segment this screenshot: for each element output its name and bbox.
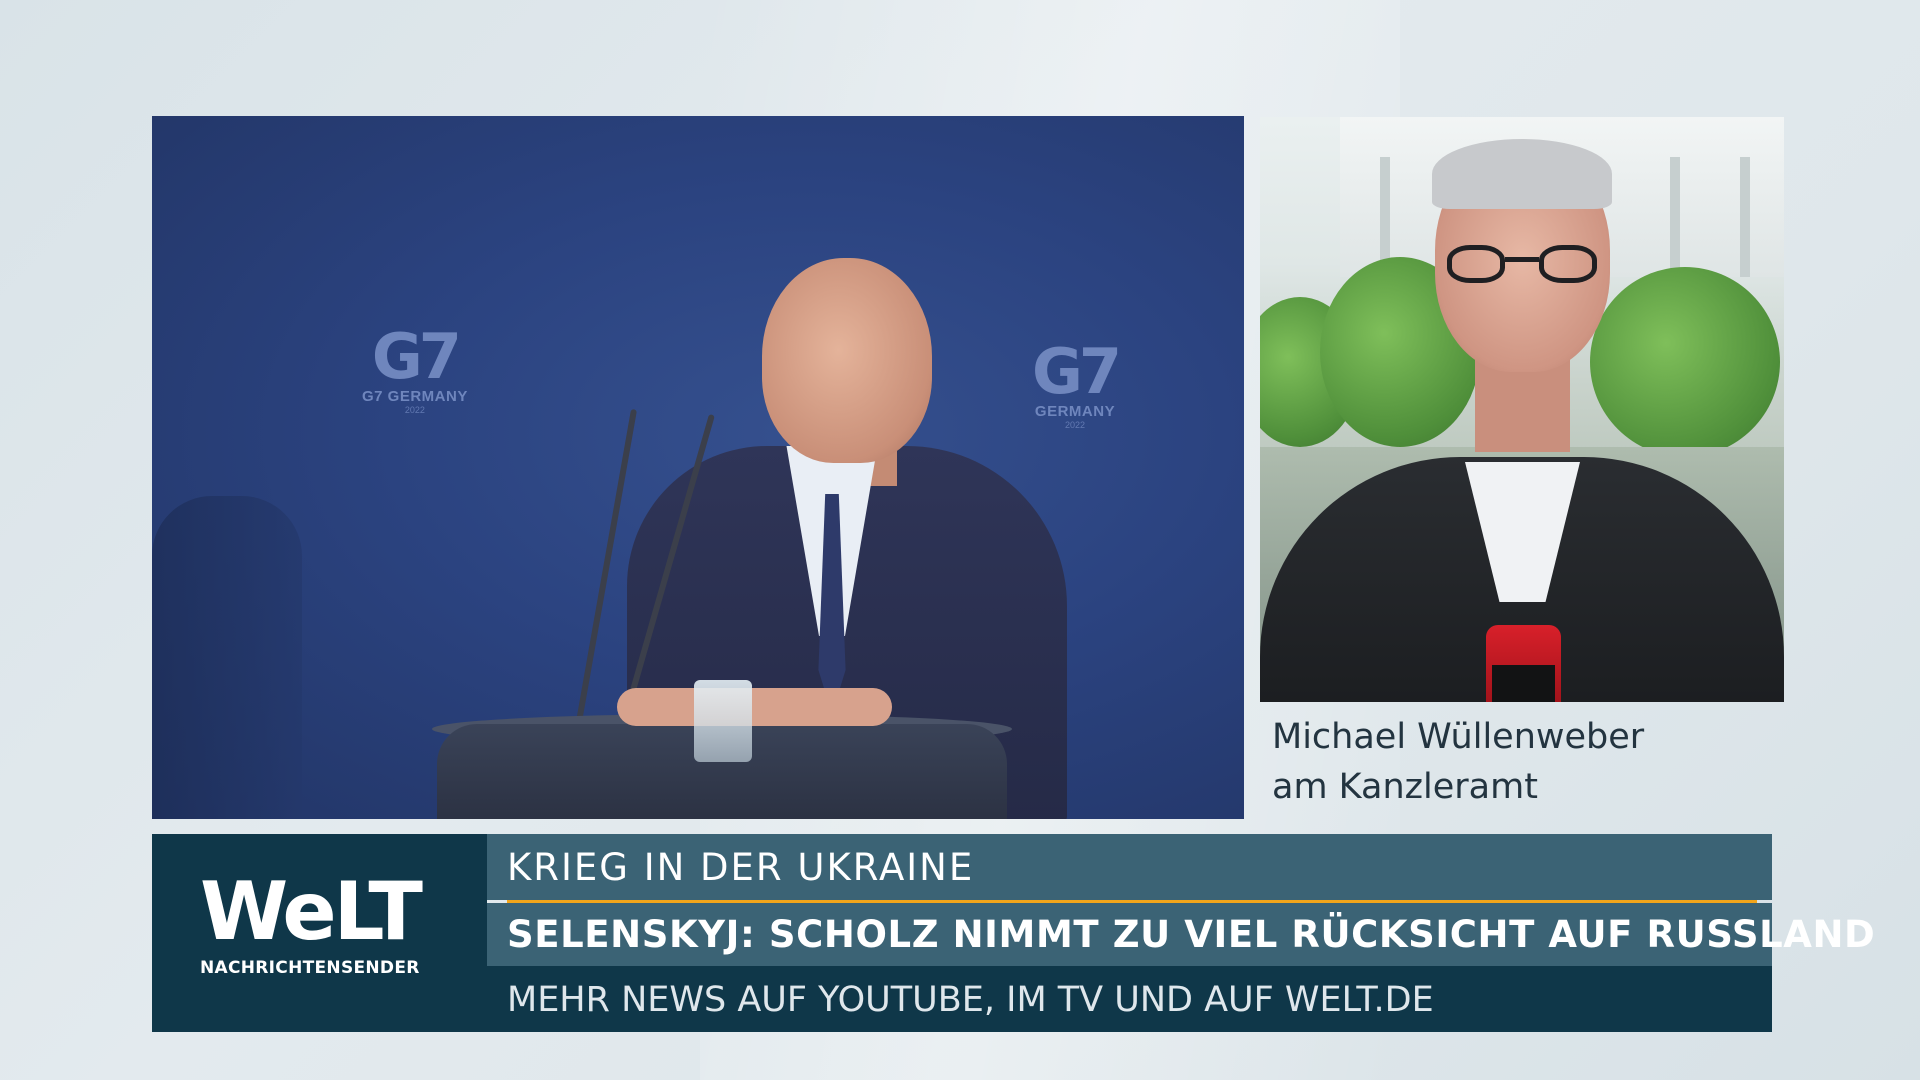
g7-logo-left: G7 G7 GERMANY 2022 xyxy=(362,320,468,416)
reporter-caption: Michael Wüllenweber am Kanzleramt xyxy=(1272,712,1752,812)
reporter-glasses xyxy=(1447,245,1597,285)
topic-text: KRIEG IN DER UKRAINE xyxy=(507,846,975,889)
tree xyxy=(1590,267,1780,457)
g7-year: 2022 xyxy=(1065,420,1086,430)
speaker-hands xyxy=(617,688,892,726)
headline-text: SELENSKYJ: SCHOLZ NIMMT ZU VIEL RÜCKSICH… xyxy=(507,913,1876,956)
ticker-bar: MEHR NEWS AUF YOUTUBE, IM TV UND AUF WEL… xyxy=(487,966,1772,1032)
ticker-text: MEHR NEWS AUF YOUTUBE, IM TV UND AUF WEL… xyxy=(507,980,1434,1020)
g7-mark: G7 xyxy=(1032,335,1122,408)
speaker-head xyxy=(762,258,932,463)
main-video-feed: G7 G7 GERMANY 2022 G7 GERMANY 2022 xyxy=(152,116,1244,819)
g7-sub: G7 GERMANY xyxy=(362,388,468,405)
reporter-video-feed xyxy=(1260,117,1784,702)
microphone-handle xyxy=(1492,665,1555,702)
reporter-name: Michael Wüllenweber xyxy=(1272,717,1645,757)
headline-bar: SELENSKYJ: SCHOLZ NIMMT ZU VIEL RÜCKSICH… xyxy=(487,903,1875,966)
water-glass xyxy=(694,680,752,762)
welt-logo: WeLT NACHRICHTENSENDER xyxy=(152,834,487,1032)
g7-logo-right: G7 GERMANY 2022 xyxy=(1032,335,1122,431)
reporter-location: am Kanzleramt xyxy=(1272,767,1538,807)
topic-bar: KRIEG IN DER UKRAINE xyxy=(487,834,1772,900)
logo-subtitle: NACHRICHTENSENDER xyxy=(200,958,420,978)
foreground-silhouette xyxy=(152,496,302,819)
logo-wordmark: WeLT xyxy=(200,865,423,958)
g7-sub: GERMANY xyxy=(1034,403,1116,420)
lower-third: WeLT NACHRICHTENSENDER KRIEG IN DER UKRA… xyxy=(152,834,1875,1032)
g7-mark: G7 xyxy=(371,320,462,393)
g7-year: 2022 xyxy=(404,405,425,415)
reporter-hair xyxy=(1432,139,1612,209)
